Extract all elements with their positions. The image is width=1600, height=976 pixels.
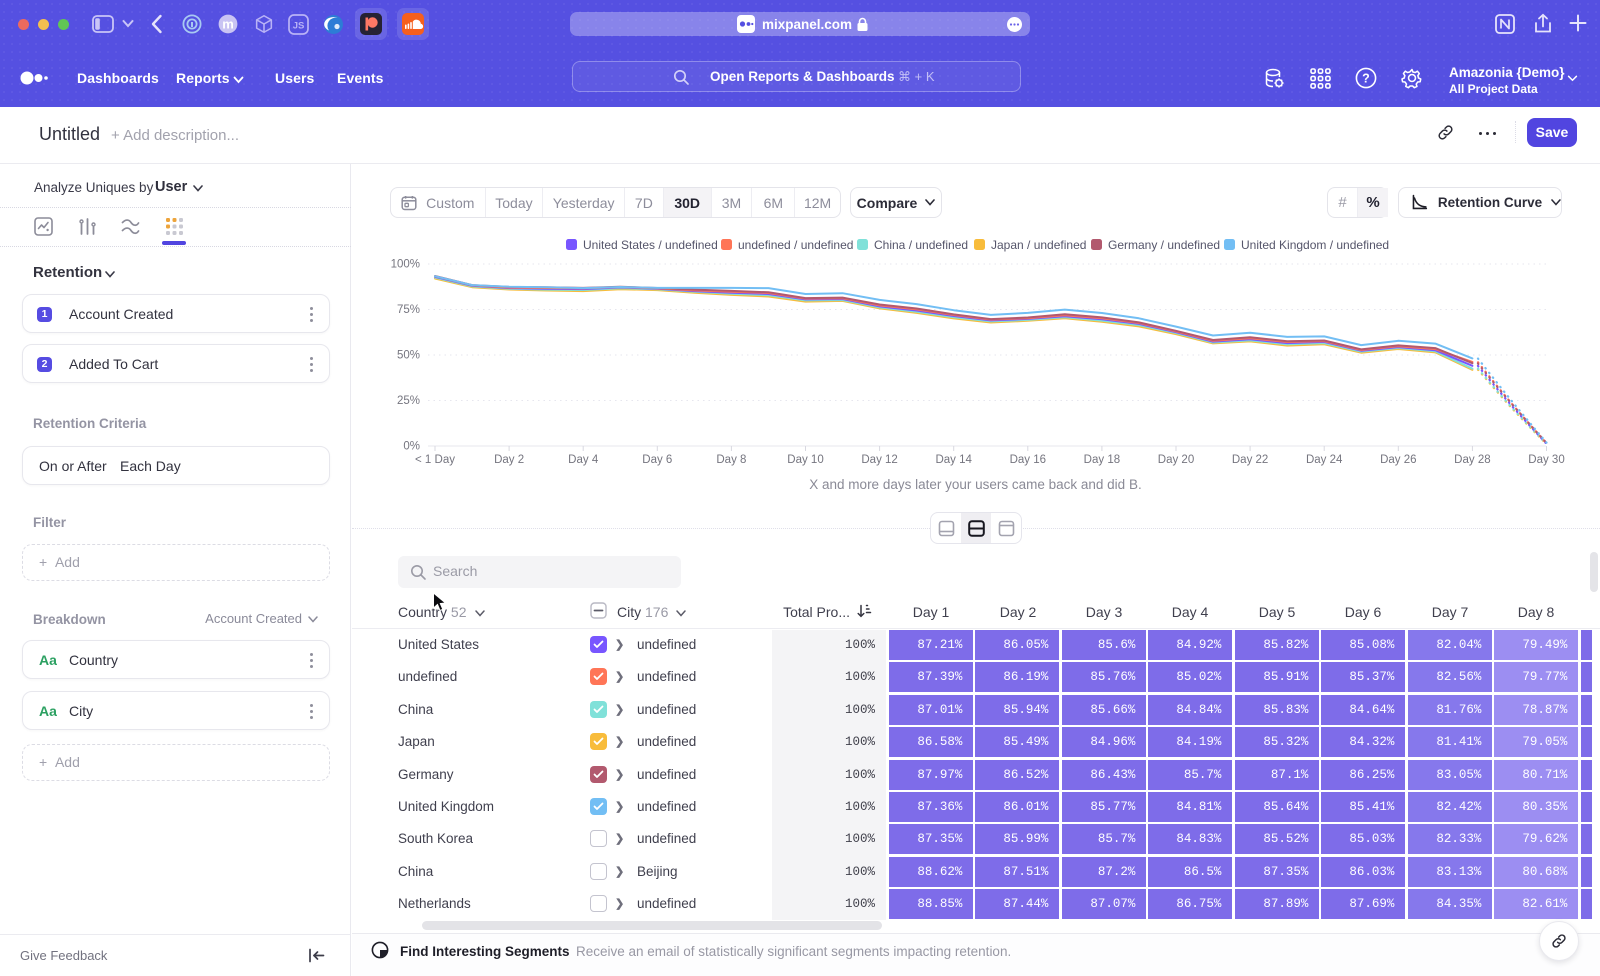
svg-text:50%: 50% (397, 350, 420, 362)
svg-text:Day 12: Day 12 (861, 454, 897, 466)
svg-text:?: ? (1362, 72, 1370, 86)
svg-text:JS: JS (293, 21, 305, 32)
svg-text:Day 28: Day 28 (1454, 454, 1490, 466)
svg-text:0%: 0% (403, 441, 420, 453)
svg-text:Day 18: Day 18 (1084, 454, 1120, 466)
svg-text:Day 30: Day 30 (1528, 454, 1564, 466)
svg-text:< 1 Day: < 1 Day (415, 454, 455, 466)
svg-text:Day 10: Day 10 (787, 454, 823, 466)
svg-text:Day 22: Day 22 (1232, 454, 1268, 466)
svg-text:Day 16: Day 16 (1010, 454, 1046, 466)
svg-text:75%: 75% (397, 304, 420, 316)
svg-text:100%: 100% (391, 259, 420, 271)
svg-text:Day 26: Day 26 (1380, 454, 1416, 466)
svg-text:Day 14: Day 14 (935, 454, 972, 466)
svg-text:25%: 25% (397, 395, 420, 407)
svg-text:Day 8: Day 8 (716, 454, 746, 466)
svg-text:Day 2: Day 2 (494, 454, 524, 466)
svg-text:Day 20: Day 20 (1158, 454, 1194, 466)
svg-text:m: m (222, 17, 234, 32)
svg-text:Day 24: Day 24 (1306, 454, 1343, 466)
svg-text:Day 6: Day 6 (642, 454, 672, 466)
svg-text:Day 4: Day 4 (568, 454, 599, 466)
